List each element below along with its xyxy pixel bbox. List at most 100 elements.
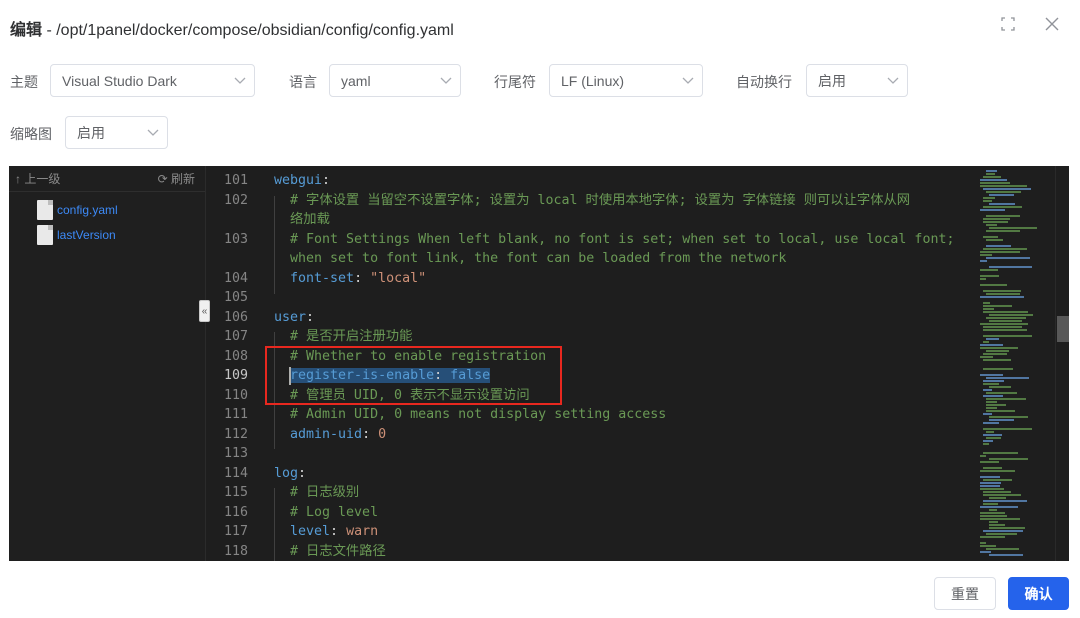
code-line[interactable]: 101 webgui:: [208, 171, 978, 191]
file-item-lastversion[interactable]: lastVersion: [9, 223, 205, 247]
minimap-line: [986, 410, 1015, 412]
minimap-line: [983, 368, 1013, 370]
code-line[interactable]: 109 register-is-enable: false: [208, 366, 978, 386]
code-line[interactable]: 106 user:: [208, 308, 978, 328]
minimap-select[interactable]: 启用: [65, 116, 168, 149]
minimap-line: [986, 215, 1020, 217]
minimap-line: [983, 452, 1018, 454]
line-text: # 是否开启注册功能: [274, 327, 412, 347]
code-line[interactable]: 114 log:: [208, 464, 978, 484]
minimap-line: [989, 266, 1032, 268]
minimap[interactable]: [978, 166, 1055, 561]
refresh-button[interactable]: ⟳ 刷新: [158, 170, 195, 187]
line-number: 113: [223, 446, 248, 461]
dialog-title-prefix: 编辑: [10, 22, 43, 39]
reset-button[interactable]: 重置: [934, 577, 996, 610]
eol-value: LF (Linux): [561, 72, 625, 89]
minimap-line: [989, 227, 1037, 229]
code-token: :: [330, 524, 347, 539]
code-line[interactable]: 117 level: warn: [208, 522, 978, 542]
minimap-line: [983, 395, 1003, 397]
line-text: # Font Settings When left blank, no font…: [274, 230, 954, 250]
code-line[interactable]: 112 admin-uid: 0: [208, 425, 978, 445]
minimap-line: [983, 389, 992, 391]
minimap-line: [980, 542, 986, 544]
line-number: 112: [223, 426, 248, 442]
minimap-line: [986, 548, 1019, 550]
code-token: font-set: [290, 270, 355, 286]
code-line[interactable]: 103 # Font Settings When left blank, no …: [208, 230, 978, 250]
line-number: 115: [223, 485, 248, 500]
wrap-select[interactable]: 启用: [806, 64, 908, 97]
chevron-down-icon: [139, 129, 167, 137]
code-line[interactable]: when set to font link, the font can be l…: [208, 249, 978, 269]
minimap-line: [983, 197, 995, 199]
theme-select[interactable]: Visual Studio Dark: [50, 64, 255, 97]
code-line[interactable]: 111 # Admin UID, 0 means not display set…: [208, 405, 978, 425]
line-number: 111: [223, 407, 248, 422]
fullscreen-icon[interactable]: [998, 14, 1018, 34]
minimap-line: [983, 311, 1028, 313]
theme-label: 主题: [10, 74, 38, 90]
close-icon[interactable]: [1042, 14, 1062, 34]
line-number: 118: [223, 543, 248, 559]
code-line[interactable]: 113: [208, 444, 978, 464]
minimap-line: [986, 392, 1017, 394]
minimap-line: [980, 296, 1024, 298]
minimap-line: [986, 245, 1011, 247]
line-text: admin-uid: 0: [274, 425, 386, 445]
line-text: when set to font link, the font can be l…: [274, 249, 786, 269]
code-line[interactable]: 115 # 日志级别: [208, 483, 978, 503]
code-line[interactable]: 110 # 管理员 UID, 0 表示不显示设置访问: [208, 386, 978, 406]
language-select[interactable]: yaml: [329, 64, 461, 97]
minimap-line: [980, 470, 1015, 472]
minimap-line: [983, 413, 992, 415]
line-text: user:: [274, 308, 314, 328]
vertical-scrollbar[interactable]: [1055, 166, 1069, 561]
up-level-button[interactable]: ↑ 上一级: [15, 170, 60, 187]
theme-value: Visual Studio Dark: [62, 72, 177, 89]
minimap-line: [980, 482, 1001, 484]
code-line[interactable]: 107 # 是否开启注册功能: [208, 327, 978, 347]
file-name: config.yaml: [57, 203, 118, 217]
code-token: :: [298, 465, 307, 481]
confirm-button[interactable]: 确认: [1008, 577, 1069, 610]
minimap-line: [980, 278, 986, 280]
file-item-config[interactable]: config.yaml: [9, 198, 205, 222]
code-line[interactable]: 104 font-set: "local": [208, 269, 978, 289]
minimap-line: [989, 386, 1011, 388]
minimap-line: [986, 338, 999, 340]
code-line[interactable]: 络加载: [208, 210, 978, 230]
minimap-line: [986, 239, 1003, 241]
minimap-line: [983, 188, 1031, 190]
minimap-line: [989, 416, 1028, 418]
collapse-tree-button[interactable]: «: [199, 300, 210, 322]
minimap-line: [980, 284, 1007, 286]
minimap-line: [980, 512, 1005, 514]
eol-label: 行尾符: [494, 74, 536, 90]
minimap-line: [980, 485, 1000, 487]
minimap-line: [986, 533, 1017, 535]
minimap-line: [980, 461, 999, 463]
scrollbar-thumb[interactable]: [1057, 316, 1069, 342]
minimap-line: [989, 527, 1025, 529]
code-line[interactable]: 118 # 日志文件路径: [208, 542, 978, 562]
code-line[interactable]: 116 # Log level: [208, 503, 978, 523]
code-line[interactable]: 108 # Whether to enable registration: [208, 347, 978, 367]
minimap-line: [980, 347, 1018, 349]
code-editor[interactable]: 101 webgui: 102 # 字体设置 当留空不设置字体; 设置为 local…: [208, 166, 978, 561]
code-token: :: [434, 368, 451, 383]
code-token: # Log level: [274, 504, 379, 520]
code-line[interactable]: 105: [208, 288, 978, 308]
code-line[interactable]: 102 # 字体设置 当留空不设置字体; 设置为 local 时使用本地字体; …: [208, 191, 978, 211]
file-name: lastVersion: [57, 228, 116, 242]
code-token: :: [362, 426, 379, 442]
code-token: warn: [346, 524, 379, 539]
minimap-line: [986, 173, 995, 175]
minimap-line: [983, 383, 999, 385]
line-number: 114: [223, 465, 248, 481]
eol-select[interactable]: LF (Linux): [549, 64, 703, 97]
wrap-value: 启用: [818, 72, 846, 89]
